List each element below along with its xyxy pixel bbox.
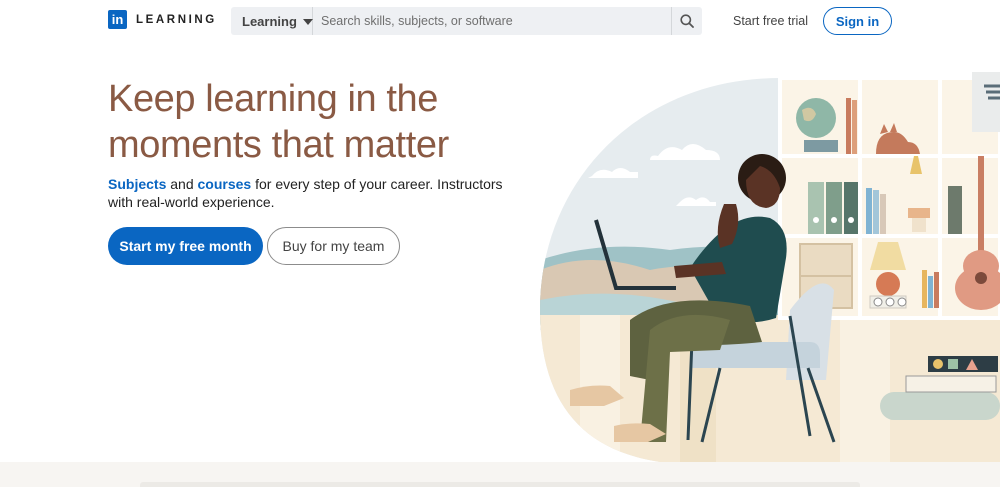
hero-subtext: Subjects and courses for every step of y…: [108, 175, 508, 211]
search-category-label: Learning: [242, 13, 297, 29]
start-free-trial-link[interactable]: Start free trial: [733, 14, 808, 28]
next-section-band: [0, 462, 1000, 487]
next-section-card: [140, 482, 860, 487]
courses-link[interactable]: courses: [198, 176, 252, 192]
search-icon: [680, 14, 694, 28]
buy-for-team-button[interactable]: Buy for my team: [267, 227, 400, 265]
search-input[interactable]: [313, 7, 671, 35]
sign-in-button[interactable]: Sign in: [823, 7, 892, 35]
subtext-and: and: [166, 176, 198, 192]
linkedin-learning-logo[interactable]: in LEARNING: [108, 10, 217, 29]
subjects-link[interactable]: Subjects: [108, 176, 166, 192]
logo-text: LEARNING: [136, 13, 217, 26]
caret-down-icon: [302, 18, 313, 25]
search-category-dropdown[interactable]: Learning: [231, 7, 313, 35]
search-bar: Learning: [231, 7, 702, 35]
start-free-month-button[interactable]: Start my free month: [108, 227, 263, 265]
linkedin-logo-icon: in: [108, 10, 127, 29]
top-nav: in LEARNING Learning Start free trial Si…: [0, 0, 1000, 42]
hero-illustration: [540, 72, 1000, 462]
hero-headline: Keep learning in the moments that matter: [108, 78, 449, 166]
search-button[interactable]: [671, 7, 702, 35]
